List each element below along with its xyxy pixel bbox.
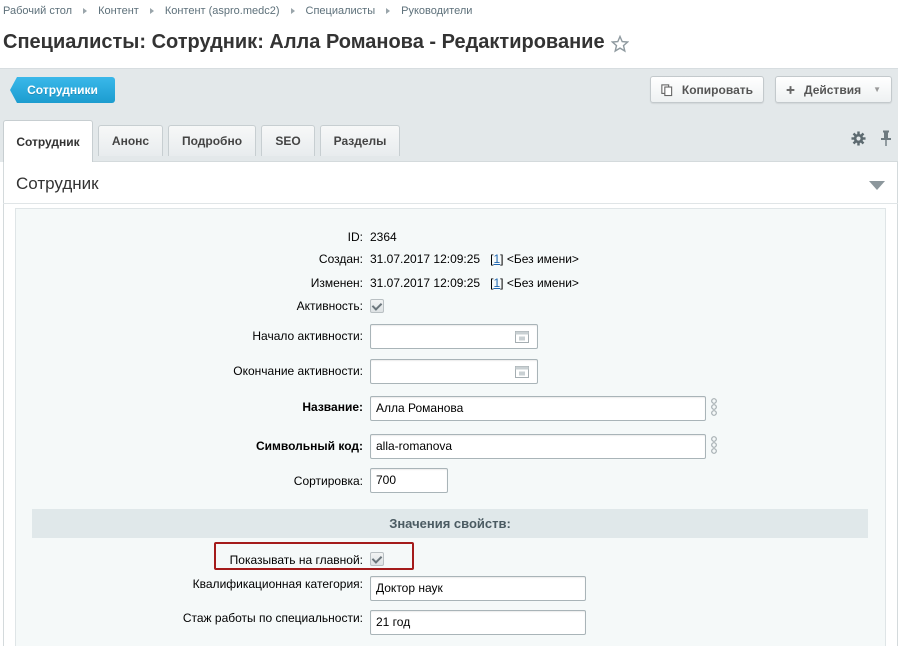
code-label: Символьный код: bbox=[255, 439, 363, 453]
created-value: 31.07.2017 12:09:25 [1] <Без имени> bbox=[370, 252, 579, 266]
active-label: Активность: bbox=[296, 299, 363, 313]
active-to-label: Окончание активности: bbox=[233, 364, 363, 378]
show-main-checkbox[interactable] bbox=[370, 552, 384, 566]
modified-date: 31.07.2017 12:09:25 bbox=[370, 276, 481, 290]
created-date: 31.07.2017 12:09:25 bbox=[370, 252, 481, 266]
copy-button-label: Копировать bbox=[681, 82, 753, 97]
id-value: 2364 bbox=[370, 230, 397, 244]
back-to-list-button[interactable]: Сотрудники bbox=[10, 77, 115, 103]
breadcrumb-separator-icon bbox=[83, 8, 88, 14]
tabs-bar: Сотрудник Анонс Подробно SEO Разделы bbox=[0, 110, 898, 162]
created-user-link[interactable]: 1 bbox=[493, 252, 500, 266]
divider bbox=[3, 203, 898, 204]
plus-icon bbox=[786, 85, 795, 94]
star-icon[interactable] bbox=[611, 35, 629, 53]
name-label: Название: bbox=[302, 400, 363, 414]
category-input[interactable]: Доктор наук bbox=[370, 576, 586, 601]
toolbar: Сотрудники Копировать Действия ▼ bbox=[0, 68, 898, 110]
category-label: Квалификационная категория: bbox=[192, 577, 363, 591]
copy-icon bbox=[661, 83, 673, 96]
active-from-input[interactable] bbox=[370, 324, 538, 349]
sort-input[interactable]: 700 bbox=[370, 468, 448, 493]
collapse-icon[interactable] bbox=[869, 181, 885, 191]
properties-header: Значения свойств: bbox=[32, 509, 868, 538]
tab-sections[interactable]: Разделы bbox=[320, 125, 400, 156]
breadcrumb-separator-icon bbox=[149, 8, 154, 14]
modified-label: Изменен: bbox=[310, 276, 363, 290]
actions-button-label: Действия bbox=[804, 82, 862, 97]
calendar-icon[interactable] bbox=[515, 330, 529, 343]
actions-button[interactable]: Действия ▼ bbox=[775, 76, 892, 103]
tab-details[interactable]: Подробно bbox=[168, 125, 256, 156]
active-checkbox[interactable] bbox=[370, 299, 384, 313]
calendar-icon[interactable] bbox=[515, 365, 529, 378]
active-to-input[interactable] bbox=[370, 359, 538, 384]
tab-announce[interactable]: Анонс bbox=[98, 125, 163, 156]
created-user-name: <Без имени> bbox=[506, 252, 579, 266]
modified-value: 31.07.2017 12:09:25 [1] <Без имени> bbox=[370, 276, 579, 290]
page-title: Специалисты: Сотрудник: Алла Романова - … bbox=[3, 31, 605, 53]
tab-seo[interactable]: SEO bbox=[261, 125, 315, 156]
translit-icon[interactable] bbox=[708, 398, 720, 416]
experience-label: Стаж работы по специальности: bbox=[182, 611, 363, 625]
breadcrumb-item-specialists[interactable]: Специалисты bbox=[306, 5, 376, 17]
name-input[interactable]: Алла Романова bbox=[370, 396, 706, 421]
breadcrumb-item-content[interactable]: Контент bbox=[98, 5, 139, 17]
show-main-label: Показывать на главной: bbox=[229, 553, 363, 567]
breadcrumb-separator-icon bbox=[386, 8, 391, 14]
pin-icon[interactable] bbox=[880, 130, 892, 146]
sort-label: Сортировка: bbox=[293, 474, 363, 488]
breadcrumb-item-desktop[interactable]: Рабочий стол bbox=[3, 5, 72, 17]
created-label: Создан: bbox=[318, 252, 363, 266]
breadcrumb-item-managers[interactable]: Руководители bbox=[401, 5, 472, 17]
copy-button[interactable]: Копировать bbox=[650, 76, 764, 103]
section-title: Сотрудник bbox=[16, 174, 99, 193]
breadcrumb-separator-icon bbox=[290, 8, 295, 14]
translit-icon[interactable] bbox=[708, 436, 720, 454]
active-from-label: Начало активности: bbox=[252, 329, 363, 343]
gear-icon[interactable] bbox=[851, 131, 866, 146]
id-label: ID: bbox=[347, 230, 363, 244]
code-input[interactable]: alla-romanova bbox=[370, 434, 706, 459]
breadcrumb: Рабочий стол Контент Контент (aspro.medc… bbox=[3, 4, 472, 18]
modified-user-link[interactable]: 1 bbox=[493, 276, 500, 290]
tab-employee[interactable]: Сотрудник bbox=[3, 120, 93, 162]
experience-input[interactable]: 21 год bbox=[370, 610, 586, 635]
breadcrumb-item-content-medc2[interactable]: Контент (aspro.medc2) bbox=[165, 5, 280, 17]
modified-user-name: <Без имени> bbox=[506, 276, 579, 290]
chevron-down-icon: ▼ bbox=[873, 85, 881, 94]
